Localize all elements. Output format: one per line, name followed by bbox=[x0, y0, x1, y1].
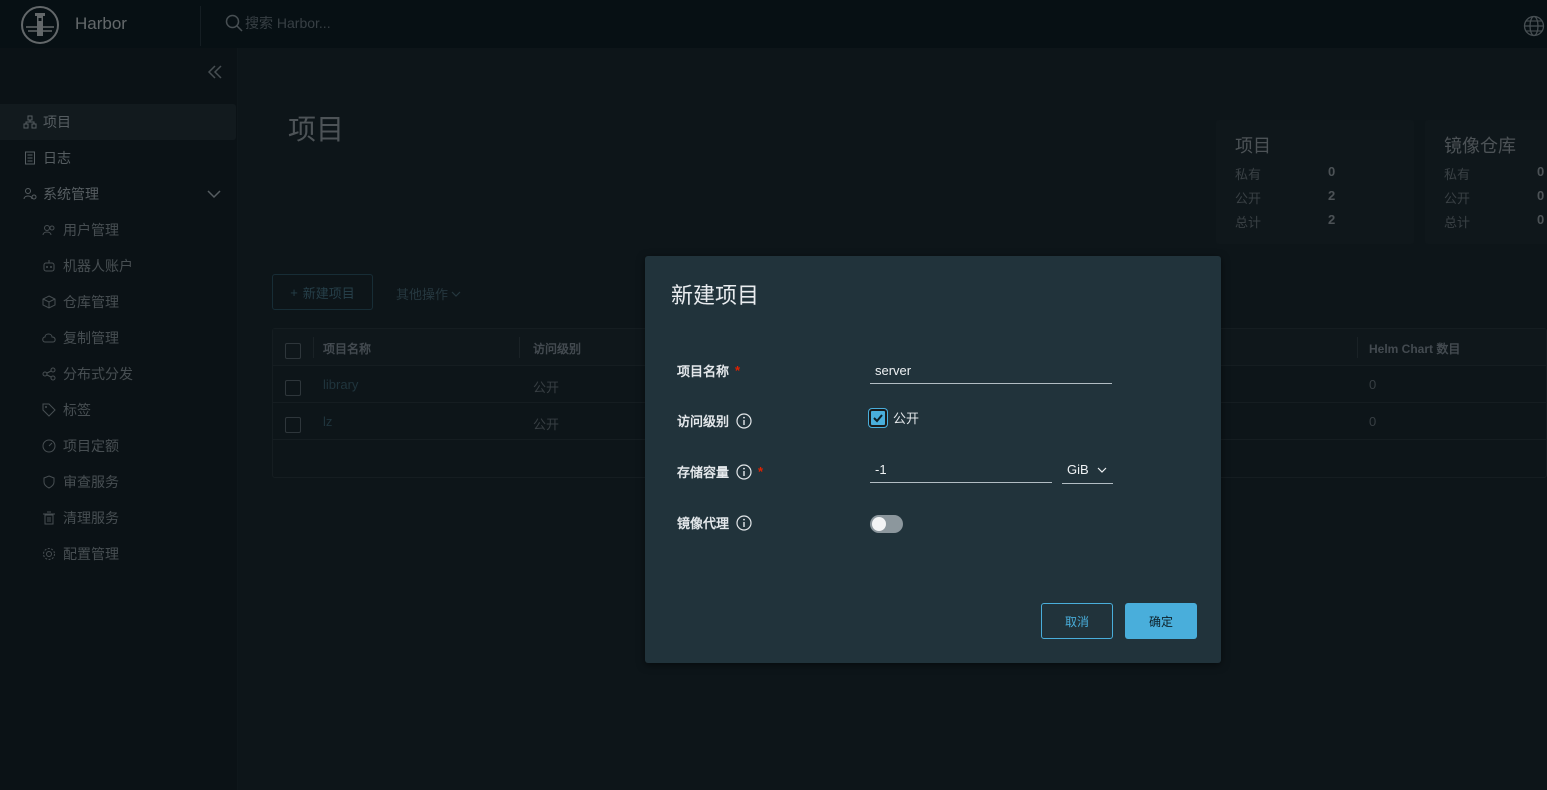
ok-button[interactable]: 确定 bbox=[1125, 603, 1197, 639]
chevron-down-icon bbox=[1097, 467, 1107, 473]
storage-unit-select[interactable]: GiB bbox=[1062, 460, 1113, 484]
required-asterisk: * bbox=[735, 363, 741, 378]
info-icon[interactable] bbox=[736, 412, 752, 429]
field-label-text: 项目名称 bbox=[677, 364, 730, 379]
new-project-modal: 新建项目 项目名称 * 访问级别 公开 存储容量 * GiB 镜像代理 bbox=[645, 256, 1221, 663]
proxy-cache-label: 镜像代理 bbox=[677, 513, 752, 532]
field-label-text: 镜像代理 bbox=[677, 516, 730, 531]
project-name-label: 项目名称 * bbox=[677, 361, 740, 380]
proxy-cache-toggle[interactable] bbox=[870, 515, 903, 533]
public-checkbox-label[interactable]: 公开 bbox=[893, 408, 919, 427]
cancel-button[interactable]: 取消 bbox=[1041, 603, 1113, 639]
toggle-knob bbox=[872, 517, 886, 531]
field-label-text: 存储容量 bbox=[677, 465, 730, 480]
info-icon[interactable] bbox=[736, 514, 752, 531]
field-label-text: 访问级别 bbox=[677, 414, 730, 429]
check-icon bbox=[873, 413, 883, 422]
storage-quota-input[interactable] bbox=[870, 461, 1052, 483]
modal-title: 新建项目 bbox=[671, 283, 760, 308]
access-level-label: 访问级别 bbox=[677, 411, 752, 430]
storage-quota-label: 存储容量 * bbox=[677, 462, 763, 481]
storage-unit-value: GiB bbox=[1067, 462, 1089, 477]
public-checkbox-wrapper[interactable]: 公开 bbox=[869, 408, 919, 427]
info-icon[interactable] bbox=[736, 463, 752, 480]
public-checkbox[interactable] bbox=[869, 408, 887, 427]
project-name-input[interactable] bbox=[870, 362, 1112, 384]
required-asterisk: * bbox=[758, 464, 764, 479]
